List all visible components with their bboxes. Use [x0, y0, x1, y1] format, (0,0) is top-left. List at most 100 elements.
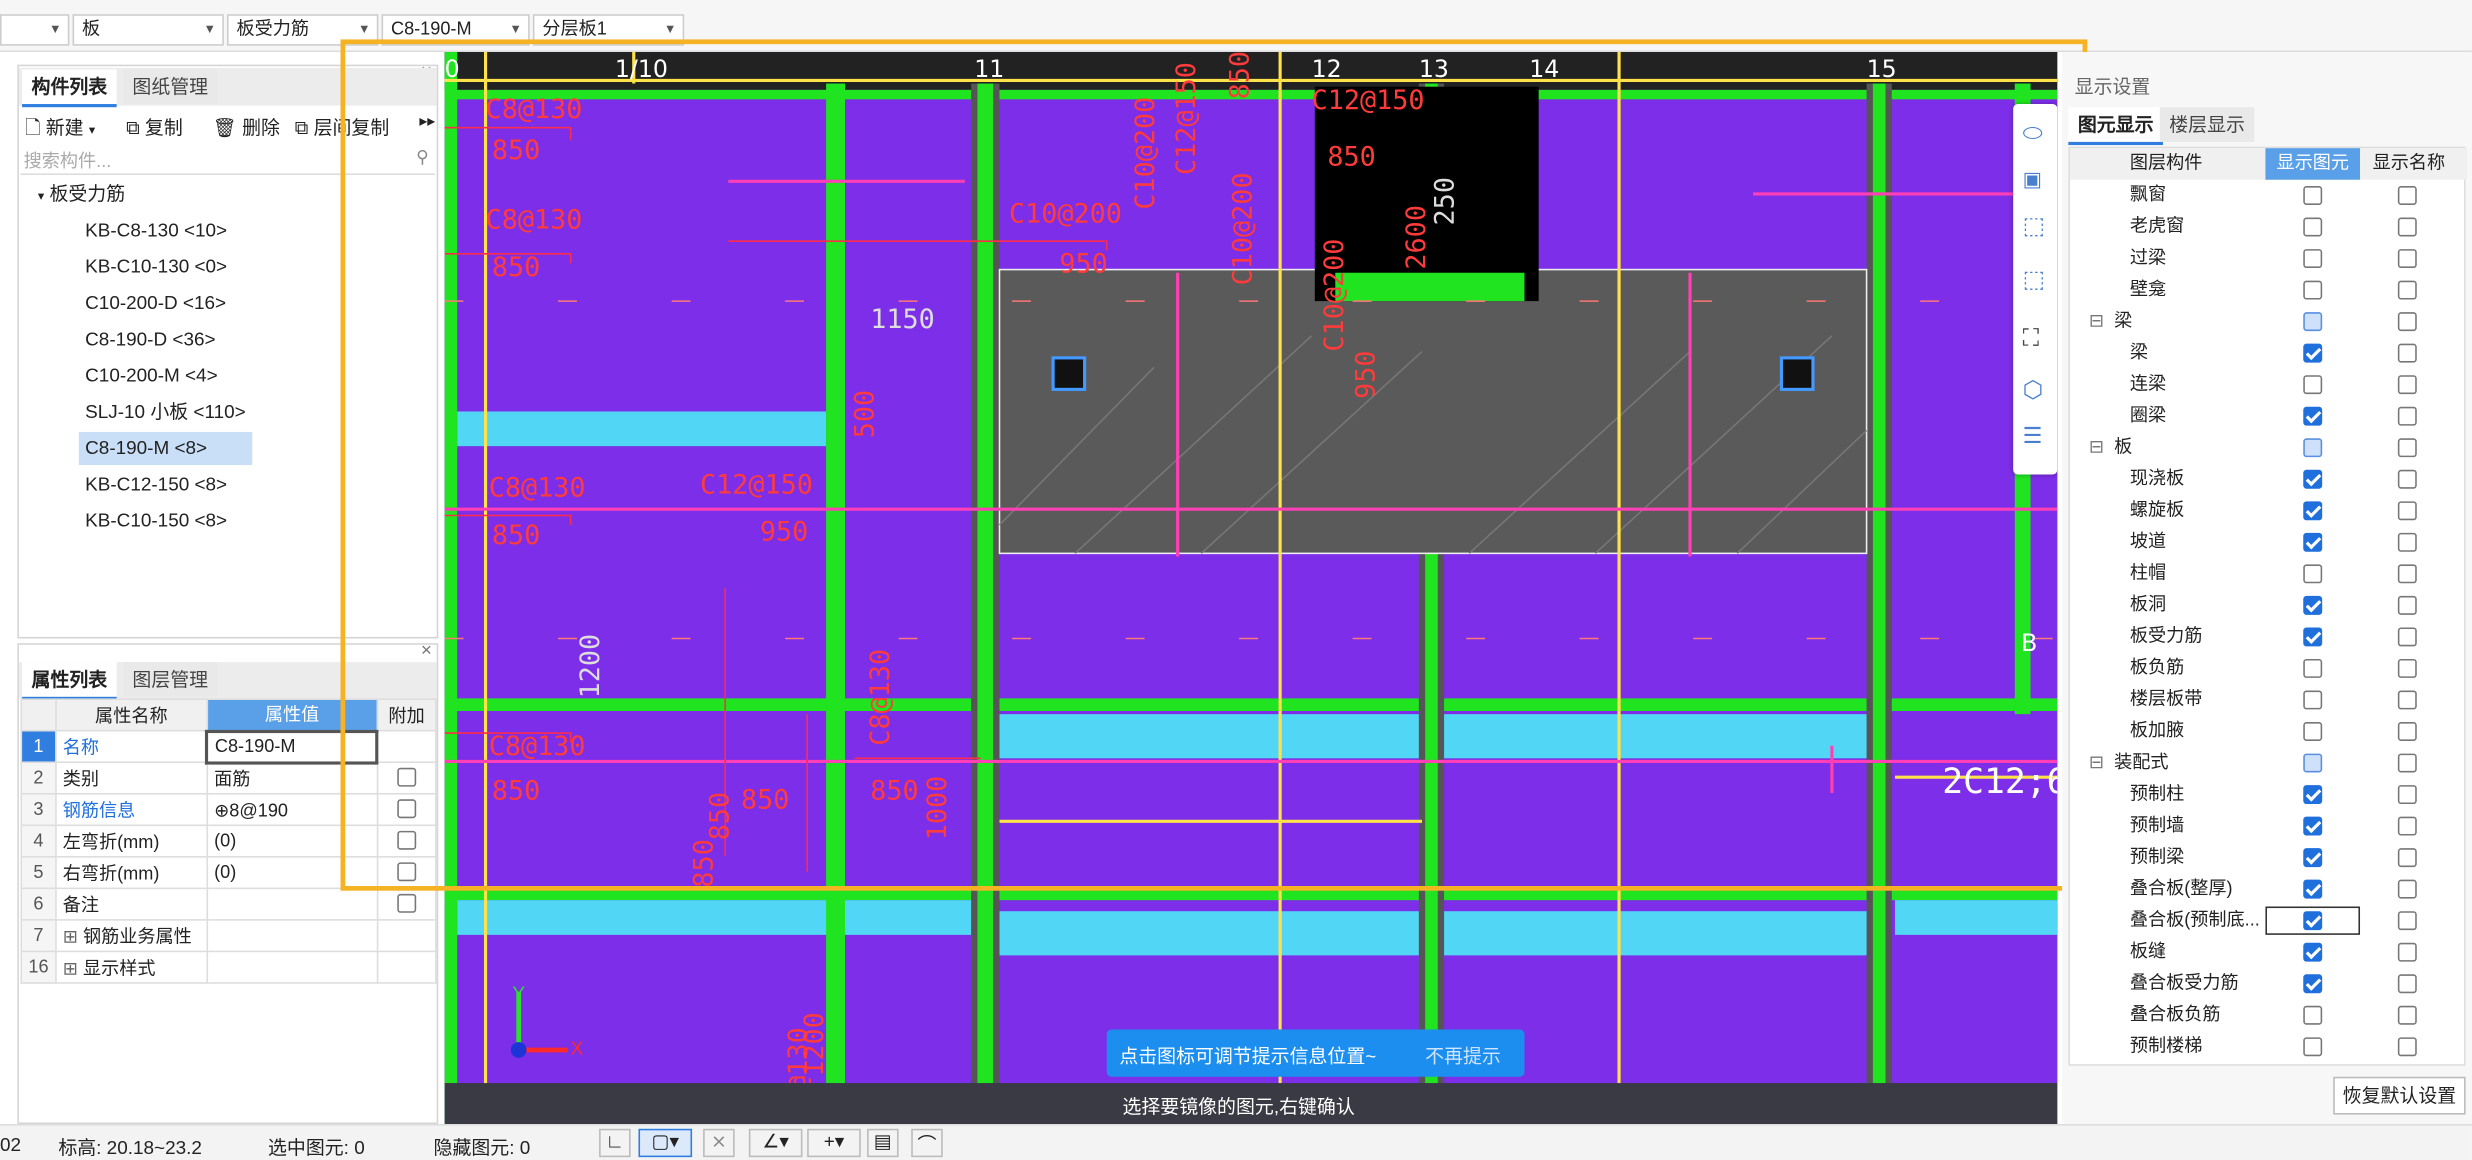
show-name-checkbox[interactable]: [2397, 343, 2417, 363]
rebar-annotation[interactable]: 850: [492, 520, 540, 551]
show-name-checkbox[interactable]: [2397, 753, 2417, 773]
rebar-annotation[interactable]: 850: [870, 775, 918, 806]
delete-button[interactable]: 🗑 删除: [213, 114, 280, 141]
rebar-annotation[interactable]: 850: [741, 785, 789, 816]
layer-row[interactable]: ⊟ 装配式: [2070, 747, 2467, 779]
component-tree-item[interactable]: KB-C8-130 <10>: [79, 214, 234, 247]
tab-drawing-management[interactable]: 图纸管理: [122, 69, 218, 105]
layer-row[interactable]: 壁龛: [2070, 274, 2467, 306]
layer-row[interactable]: 板加腋: [2070, 716, 2467, 748]
layer-row[interactable]: 预制梁: [2070, 842, 2467, 874]
layer-row[interactable]: 老虎窗: [2070, 211, 2467, 243]
3d-view-icon[interactable]: ▣: [2023, 167, 2042, 192]
rebar-annotation[interactable]: 850: [492, 775, 540, 806]
show-element-checkbox[interactable]: [2303, 1005, 2323, 1025]
rebar-annotation[interactable]: 1200: [575, 634, 606, 699]
show-name-checkbox[interactable]: [2397, 501, 2417, 521]
layer-row[interactable]: 圈梁: [2070, 400, 2467, 432]
rebar-annotation[interactable]: C8@130: [486, 94, 583, 125]
show-element-checkbox[interactable]: [2303, 816, 2323, 836]
rebar-annotation[interactable]: C12@150: [1312, 85, 1425, 116]
layer-row[interactable]: 板洞: [2070, 590, 2467, 622]
cube-icon[interactable]: ⬚: [2023, 211, 2045, 240]
rebar-annotation[interactable]: 850: [689, 839, 720, 887]
property-value[interactable]: [206, 919, 379, 953]
show-element-checkbox[interactable]: [2303, 343, 2323, 363]
show-element-checkbox[interactable]: [2303, 564, 2323, 584]
rebar-annotation[interactable]: 950: [1351, 350, 1382, 398]
snap-icon[interactable]: +▾: [807, 1128, 861, 1158]
show-name-checkbox[interactable]: [2397, 690, 2417, 710]
property-row[interactable]: 4 左弯折(mm) (0): [20, 824, 437, 858]
show-name-checkbox[interactable]: [2397, 848, 2417, 868]
rebar-annotation[interactable]: 2600: [1401, 205, 1432, 270]
layer-row[interactable]: 预制柱: [2070, 779, 2467, 811]
show-name-checkbox[interactable]: [2397, 186, 2417, 205]
orbit-icon[interactable]: ⬭: [2023, 120, 2043, 147]
property-value[interactable]: (0): [206, 824, 379, 858]
layer-dropdown[interactable]: 分层板1 ▼: [532, 14, 685, 46]
property-row[interactable]: 3 钢筋信息 ⊕8@190: [20, 792, 437, 827]
layer-row[interactable]: 过梁: [2070, 243, 2467, 275]
show-element-checkbox[interactable]: [2303, 501, 2323, 521]
show-element-checkbox[interactable]: [2303, 942, 2323, 962]
property-row[interactable]: 16 ⊞ 显示样式: [20, 950, 437, 984]
rebar-annotation[interactable]: C10@200: [1130, 97, 1161, 210]
property-value[interactable]: [206, 887, 379, 921]
show-name-checkbox[interactable]: [2397, 942, 2417, 962]
tab-layer-management[interactable]: 图层管理: [122, 662, 218, 697]
layer-row[interactable]: 连梁: [2070, 369, 2467, 401]
expand-icon[interactable]: ⊞: [63, 928, 83, 947]
show-element-checkbox[interactable]: [2303, 879, 2323, 899]
component-tree-item[interactable]: KB-C10-150 <8>: [79, 504, 234, 537]
show-name-checkbox[interactable]: [2397, 280, 2417, 300]
rebar-annotation[interactable]: 2C12;6C8: [1942, 762, 2057, 802]
show-element-checkbox[interactable]: [2303, 217, 2323, 237]
collapse-icon[interactable]: ⊟: [2089, 306, 2104, 338]
rebar-annotation[interactable]: C10@200: [1228, 172, 1259, 285]
show-name-checkbox[interactable]: [2397, 438, 2417, 458]
reset-defaults-button[interactable]: 恢复默认设置: [2333, 1076, 2466, 1115]
show-name-checkbox[interactable]: [2397, 375, 2417, 395]
dynamic-input-icon[interactable]: ▤: [867, 1128, 899, 1158]
arc-icon[interactable]: ⌒: [911, 1128, 943, 1158]
show-name-checkbox[interactable]: [2397, 911, 2417, 931]
rebar-annotation[interactable]: 500: [849, 390, 880, 438]
cross-select-icon[interactable]: ⨯: [703, 1128, 735, 1158]
property-row[interactable]: 2 类别 面筋: [20, 761, 437, 795]
rebar-annotation[interactable]: C8@130: [486, 205, 583, 236]
tab-element-display[interactable]: 图元显示: [2068, 107, 2163, 146]
plan-drawing[interactable]: C8@130 850 C8@130 850 C8@130 850 C8@130 850 C12@…: [444, 52, 2058, 1125]
display-settings-icon[interactable]: ⬡: [2023, 375, 2044, 404]
show-element-checkbox[interactable]: [2303, 690, 2323, 710]
layer-row[interactable]: 楼层板带: [2070, 684, 2467, 716]
extra-checkbox[interactable]: [397, 894, 417, 914]
property-value[interactable]: ⊕8@190: [206, 792, 379, 827]
property-value[interactable]: C8-190-M: [205, 729, 379, 764]
component-tree-item[interactable]: C8-190-M <8>: [78, 431, 253, 466]
show-name-checkbox[interactable]: [2397, 312, 2417, 332]
layer-row[interactable]: 叠合板(预制底...: [2070, 905, 2467, 937]
rebar-annotation[interactable]: 250: [1430, 177, 1461, 225]
component-tree-item[interactable]: C8-190-D <36>: [79, 323, 222, 356]
component-dropdown[interactable]: C8-190-M ▼: [381, 14, 530, 46]
layer-row[interactable]: 飘窗: [2070, 180, 2467, 212]
category-dropdown[interactable]: 板 ▼: [72, 14, 224, 46]
layer-row[interactable]: ⊟ 板: [2070, 432, 2467, 464]
collapse-icon[interactable]: ⊟: [2089, 747, 2104, 779]
drawing-canvas[interactable]: C8@130 850 C8@130 850 C8@130 850 C8@130 850 C12@…: [444, 52, 2058, 1125]
show-name-checkbox[interactable]: [2397, 595, 2417, 615]
rebar-annotation[interactable]: C8@130: [489, 731, 586, 762]
show-name-checkbox[interactable]: [2397, 249, 2417, 269]
tab-component-list[interactable]: 构件列表: [22, 69, 117, 108]
property-value[interactable]: (0): [206, 856, 379, 890]
top-view-icon[interactable]: ⬚: [2023, 265, 2045, 293]
more-icon[interactable]: ▸▸: [419, 114, 435, 131]
rebar-annotation[interactable]: 850: [1225, 52, 1256, 99]
new-button[interactable]: 🗋 新建 ▾: [25, 114, 95, 147]
property-value[interactable]: [206, 950, 379, 984]
rebar-annotation[interactable]: 1000: [922, 776, 953, 841]
extra-checkbox[interactable]: [397, 768, 417, 788]
layer-row[interactable]: ⊟ 梁: [2070, 306, 2467, 338]
show-name-checkbox[interactable]: [2397, 1005, 2417, 1025]
